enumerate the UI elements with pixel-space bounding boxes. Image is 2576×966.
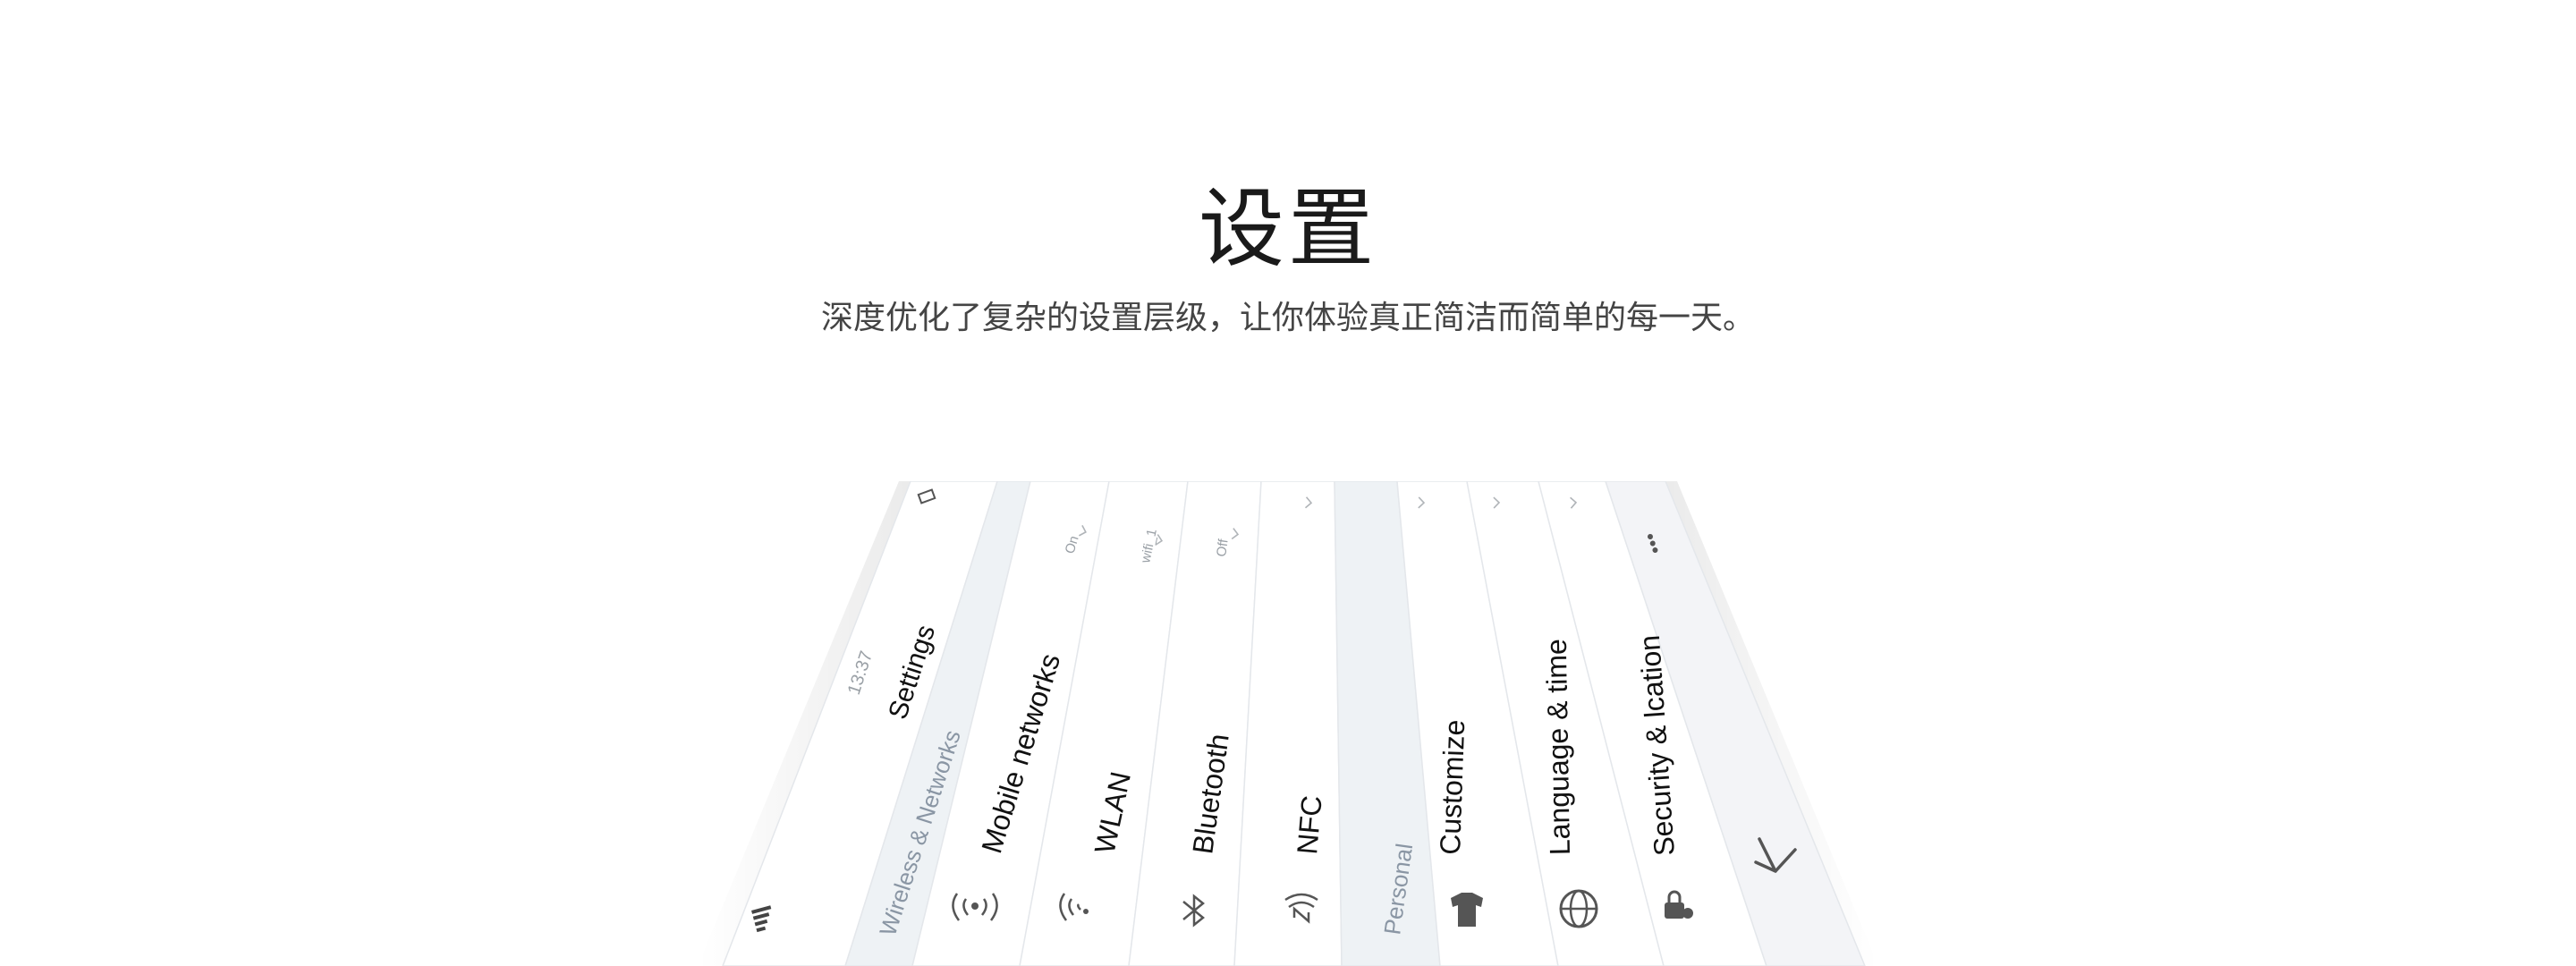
page-title: 设置 <box>1199 179 1377 279</box>
page: 设置 深度优化了复杂的设置层级，让你体验真正简洁而简单的每一天。 13:37 Se… <box>0 0 2576 966</box>
row-value: Off <box>1214 538 1232 558</box>
page-subtitle: 深度优化了复杂的设置层级，让你体验真正简洁而简单的每一天。 <box>820 300 1755 336</box>
phone-stage: 13:37 Settings Wireless & Networks Personal… <box>0 481 2576 966</box>
row-label-nfc: NFC <box>1291 794 1328 856</box>
phone-screen: 13:37 SettingsWireless & Networks Personal… <box>698 481 1878 966</box>
row-label-customize: Customize <box>1434 719 1470 855</box>
row-label-language-time: Language & time <box>1540 639 1576 856</box>
